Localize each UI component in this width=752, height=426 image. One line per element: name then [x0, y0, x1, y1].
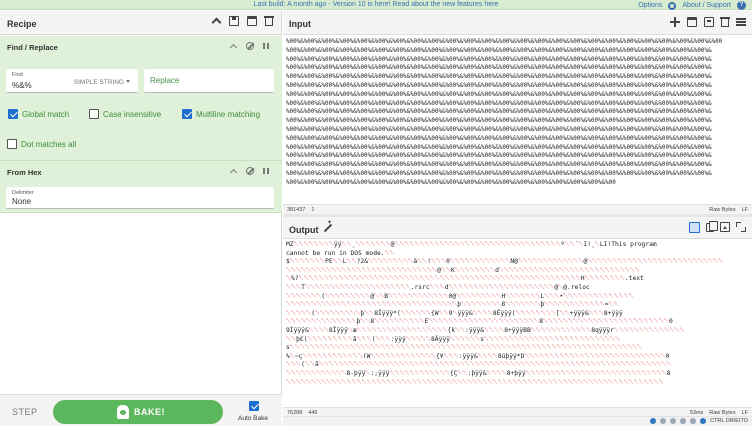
multiline-matching-checkbox[interactable]: Multiline matching — [182, 109, 260, 119]
auto-bake-checkbox[interactable] — [249, 401, 259, 411]
input-encoding-selector[interactable]: Raw Bytes — [709, 207, 735, 213]
input-eol-selector[interactable]: LF — [742, 207, 748, 213]
host-key-label: CTRL DIREITO — [710, 418, 748, 424]
tray-folder-icon[interactable] — [690, 418, 697, 424]
output-title: Output — [289, 225, 319, 235]
step-button[interactable]: STEP — [12, 407, 38, 417]
checkbox-unchecked-icon[interactable] — [7, 139, 17, 149]
top-banner: Last build: A month ago - Version 10 is … — [0, 0, 752, 10]
operation-find-replace: Find / Replace Find %&% SIMPLE STRING Re… — [0, 36, 282, 161]
tray-network-icon[interactable] — [650, 418, 657, 424]
magic-wand-icon[interactable] — [322, 219, 332, 233]
global-match-checkbox[interactable]: Global match — [8, 109, 69, 119]
replace-field[interactable]: Replace — [144, 69, 274, 93]
options-link[interactable]: Options — [638, 2, 662, 9]
bake-controls: STEP BAKE! Auto Bake — [0, 394, 282, 426]
tray-display-icon[interactable] — [680, 418, 687, 424]
load-recipe-icon[interactable] — [247, 16, 257, 26]
save-recipe-icon[interactable] — [229, 16, 239, 26]
global-match-label: Global match — [22, 109, 70, 119]
copy-output-icon[interactable] — [706, 221, 718, 232]
system-taskbar: CTRL DIREITO — [283, 416, 752, 426]
input-header: Input — [283, 11, 752, 35]
output-textarea[interactable]: MZ␀␀␀␀␀␀␀␀ÿÿ␀␀¸␀␀␀␀␀␀␀@␀␀␀␀␀␀␀␀␀␀␀␀␀␀␀␀␀… — [286, 241, 750, 405]
replace-input-icon[interactable] — [720, 222, 730, 232]
checkbox-checked-icon[interactable] — [182, 109, 192, 119]
input-textarea[interactable]: %00%&%00%&%00%&%00%&%00%&%00%&%00%&%00%&… — [286, 38, 750, 202]
save-output-icon[interactable] — [689, 222, 700, 233]
breakpoint-icon[interactable] — [262, 42, 270, 50]
recipe-title: Recipe — [7, 19, 37, 29]
find-field[interactable]: Find %&% SIMPLE STRING — [6, 69, 138, 93]
operation-title[interactable]: Find / Replace — [7, 43, 58, 52]
replace-placeholder[interactable]: Replace — [150, 76, 179, 85]
chevron-up-icon[interactable] — [230, 167, 238, 175]
dot-matches-all-checkbox[interactable]: Dot matches all — [7, 139, 76, 149]
disable-operation-icon[interactable] — [246, 167, 254, 175]
input-title: Input — [289, 19, 311, 29]
maximize-icon[interactable] — [736, 222, 746, 232]
recipe-panel: Recipe Find / Replace Find %&% SIMPLE ST… — [0, 11, 282, 426]
checkbox-unchecked-icon[interactable] — [89, 109, 99, 119]
chef-icon — [117, 405, 129, 419]
case-insensitive-label: Case insensitive — [103, 109, 162, 119]
delimiter-label: Delimiter — [12, 190, 34, 196]
disable-operation-icon[interactable] — [246, 42, 254, 50]
input-length-value: 381437 — [287, 207, 306, 213]
operation-from-hex: From Hex Delimiter None — [0, 161, 282, 213]
breakpoint-icon[interactable] — [262, 167, 270, 175]
help-icon[interactable]: ? — [737, 1, 746, 10]
delimiter-value[interactable]: None — [12, 197, 31, 206]
add-tab-icon[interactable] — [670, 17, 680, 27]
output-header: Output — [283, 217, 752, 239]
input-status-bar: 381437 1 Raw Bytes LF — [283, 204, 752, 214]
delimiter-field[interactable]: Delimiter None — [6, 187, 274, 209]
find-label: Find — [12, 72, 23, 78]
operation-title[interactable]: From Hex — [7, 168, 42, 177]
tray-volume-icon[interactable] — [660, 418, 667, 424]
open-file-icon[interactable] — [704, 17, 714, 27]
recipe-header: Recipe — [0, 11, 281, 35]
tray-usb-icon[interactable] — [670, 418, 677, 424]
auto-bake-label: Auto Bake — [238, 415, 268, 422]
case-insensitive-checkbox[interactable]: Case insensitive — [89, 109, 161, 119]
chevron-up-icon[interactable] — [230, 42, 238, 50]
chevron-up-icon[interactable] — [211, 16, 221, 26]
clear-recipe-icon[interactable] — [264, 16, 274, 26]
checkbox-checked-icon[interactable] — [8, 109, 18, 119]
find-value[interactable]: %&% — [12, 81, 32, 90]
open-folder-icon[interactable] — [687, 17, 697, 27]
bake-label: BAKE! — [134, 407, 165, 417]
dot-matches-all-label: Dot matches all — [21, 139, 77, 149]
input-lines-value: 1 — [311, 207, 315, 213]
about-support-link[interactable]: About / Support — [682, 2, 731, 9]
output-status-bar: 76288 446 53ms Raw Bytes LF — [283, 407, 752, 416]
reset-layout-icon[interactable] — [736, 17, 746, 27]
find-mode-dropdown[interactable]: SIMPLE STRING — [74, 79, 130, 86]
tray-capture-icon[interactable] — [700, 418, 707, 424]
gear-icon[interactable] — [668, 1, 677, 10]
bake-button[interactable]: BAKE! — [53, 400, 223, 424]
clear-input-icon[interactable] — [720, 17, 730, 27]
multiline-matching-label: Multiline matching — [196, 109, 261, 119]
